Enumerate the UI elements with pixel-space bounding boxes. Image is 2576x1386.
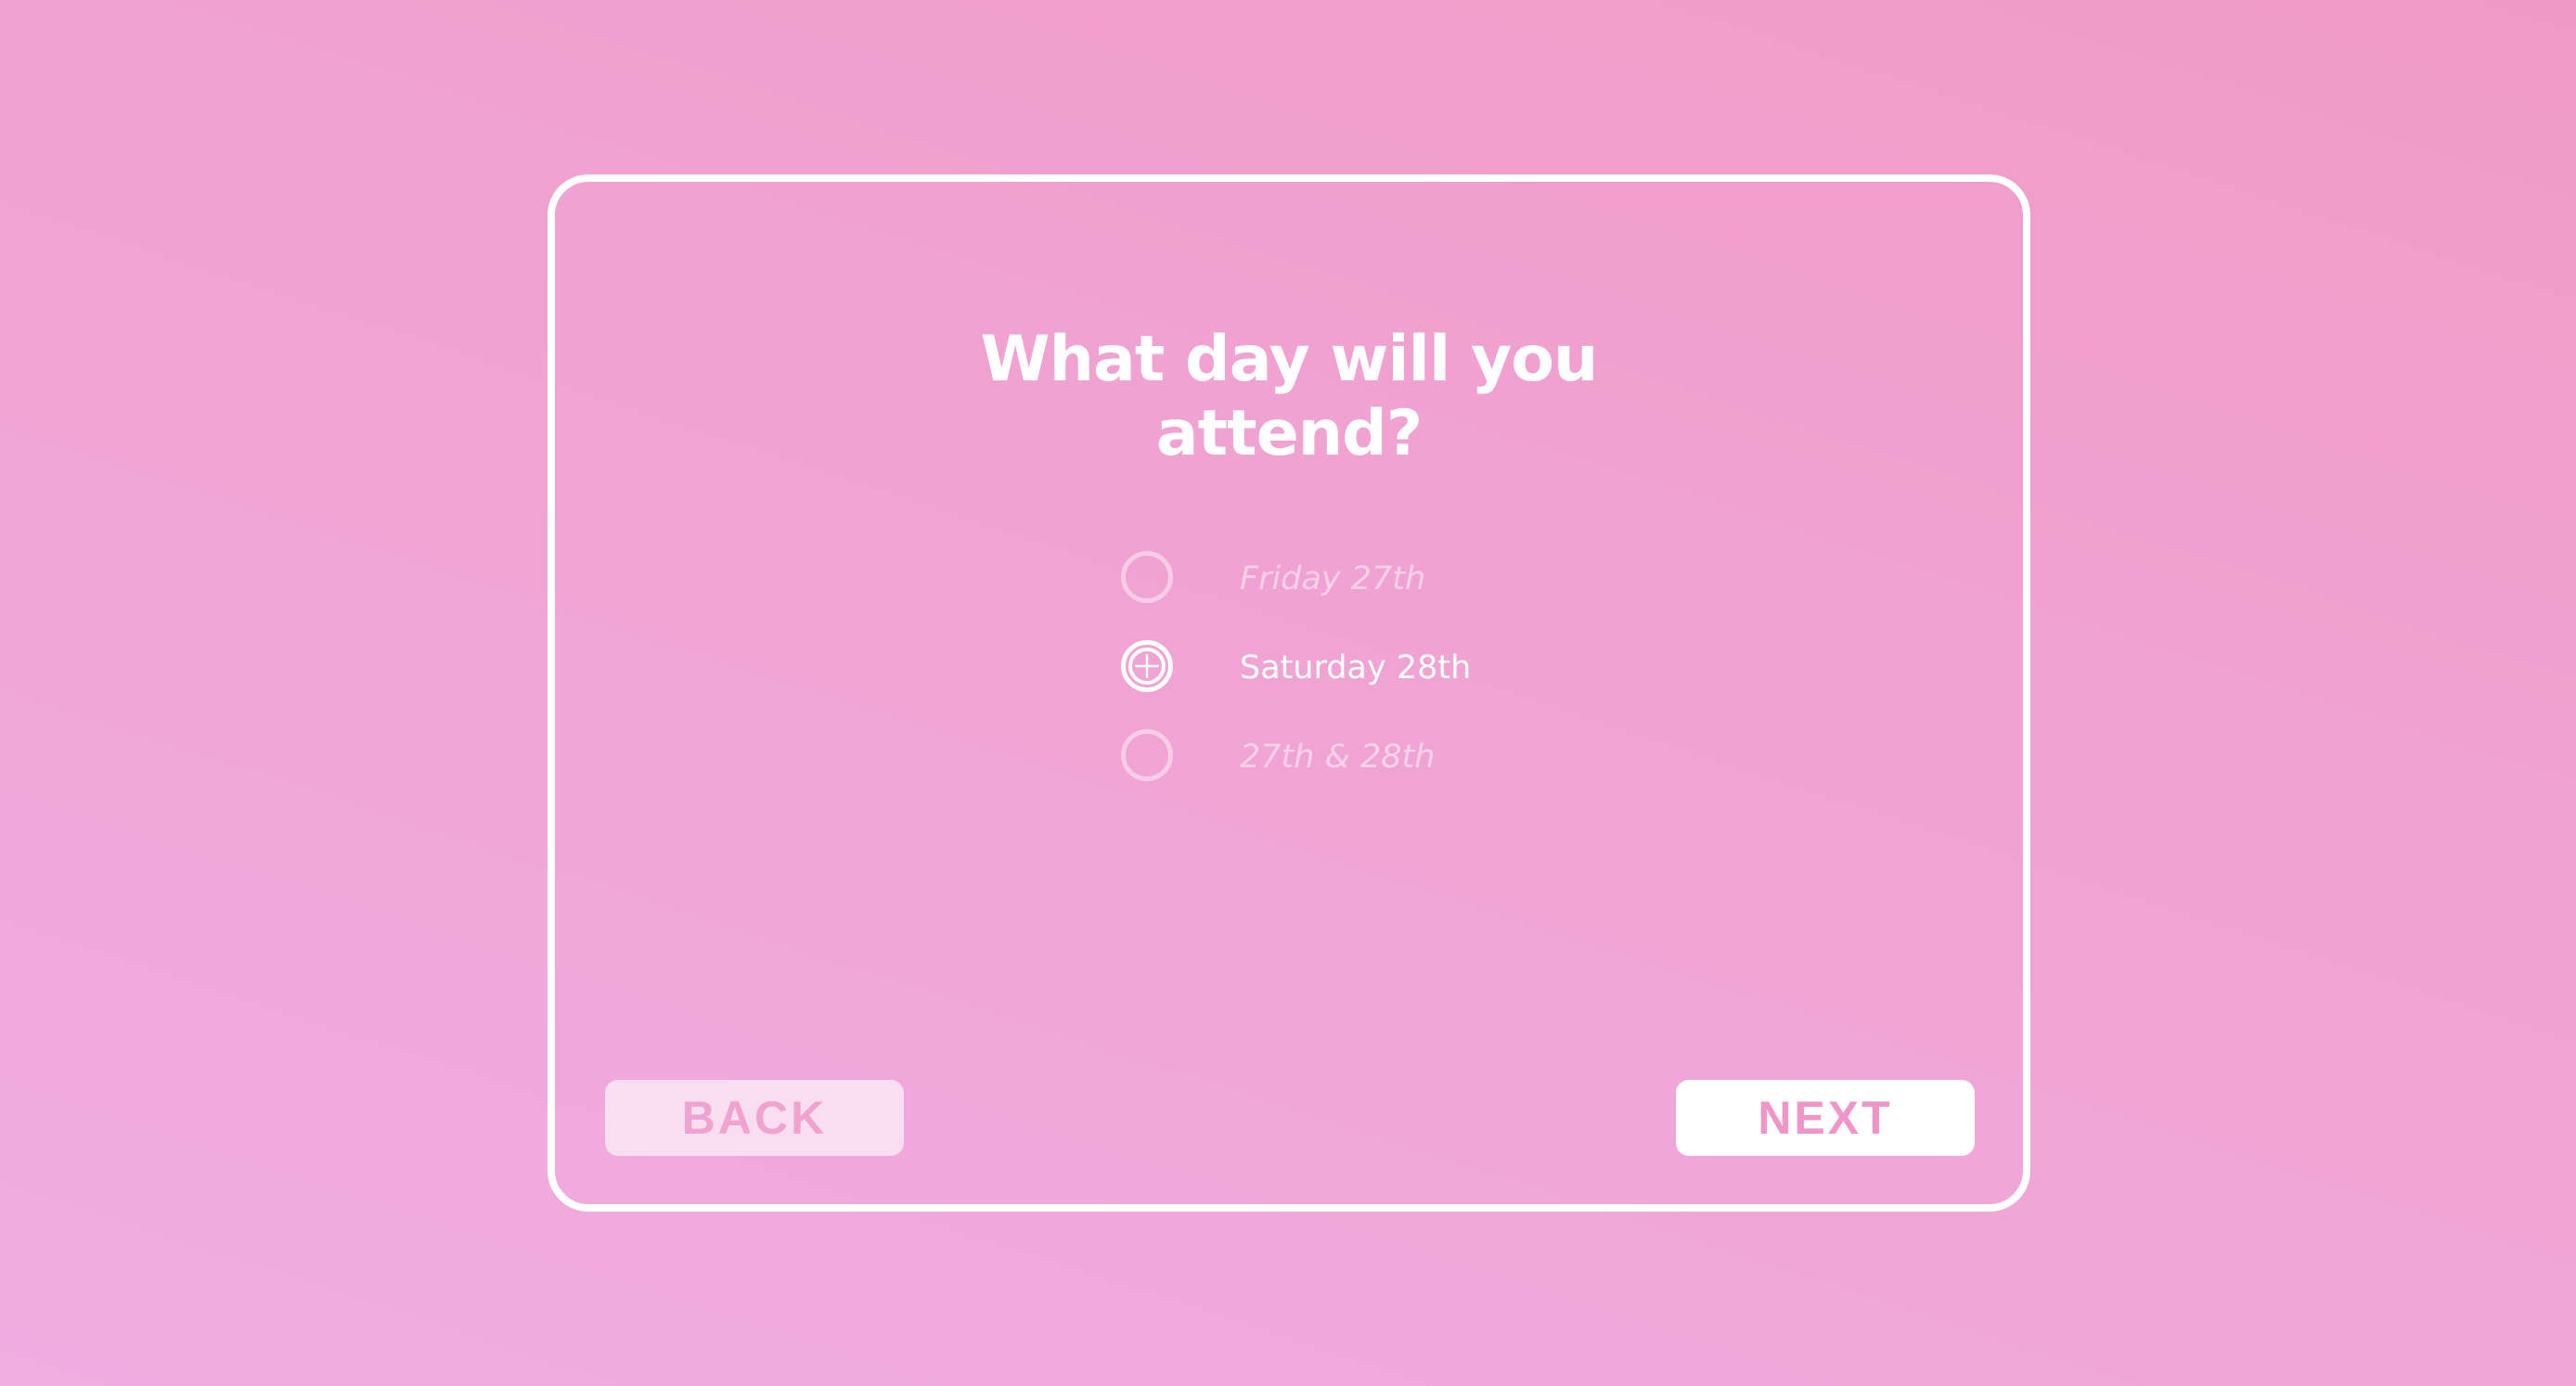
question-card: What day will you attend? Friday 27th Sa… [547, 174, 2030, 1212]
radio-unselected-icon[interactable] [1121, 551, 1173, 603]
plus-in-circle-icon [1128, 648, 1166, 685]
radio-selected-icon[interactable] [1121, 640, 1173, 692]
option-label: Friday 27th [1240, 560, 1426, 597]
option-label: Saturday 28th [1240, 649, 1472, 687]
next-button[interactable]: NEXT [1676, 1080, 1975, 1156]
radio-unselected-icon[interactable] [1121, 729, 1173, 781]
option-both-days[interactable]: 27th & 28th [1121, 729, 1585, 785]
option-label: 27th & 28th [1240, 738, 1436, 776]
answer-options: Friday 27th Saturday 28th 27th & 28th [555, 182, 2023, 1204]
option-saturday[interactable]: Saturday 28th [1121, 640, 1585, 696]
option-friday[interactable]: Friday 27th [1121, 551, 1585, 607]
back-button[interactable]: BACK [605, 1080, 904, 1156]
